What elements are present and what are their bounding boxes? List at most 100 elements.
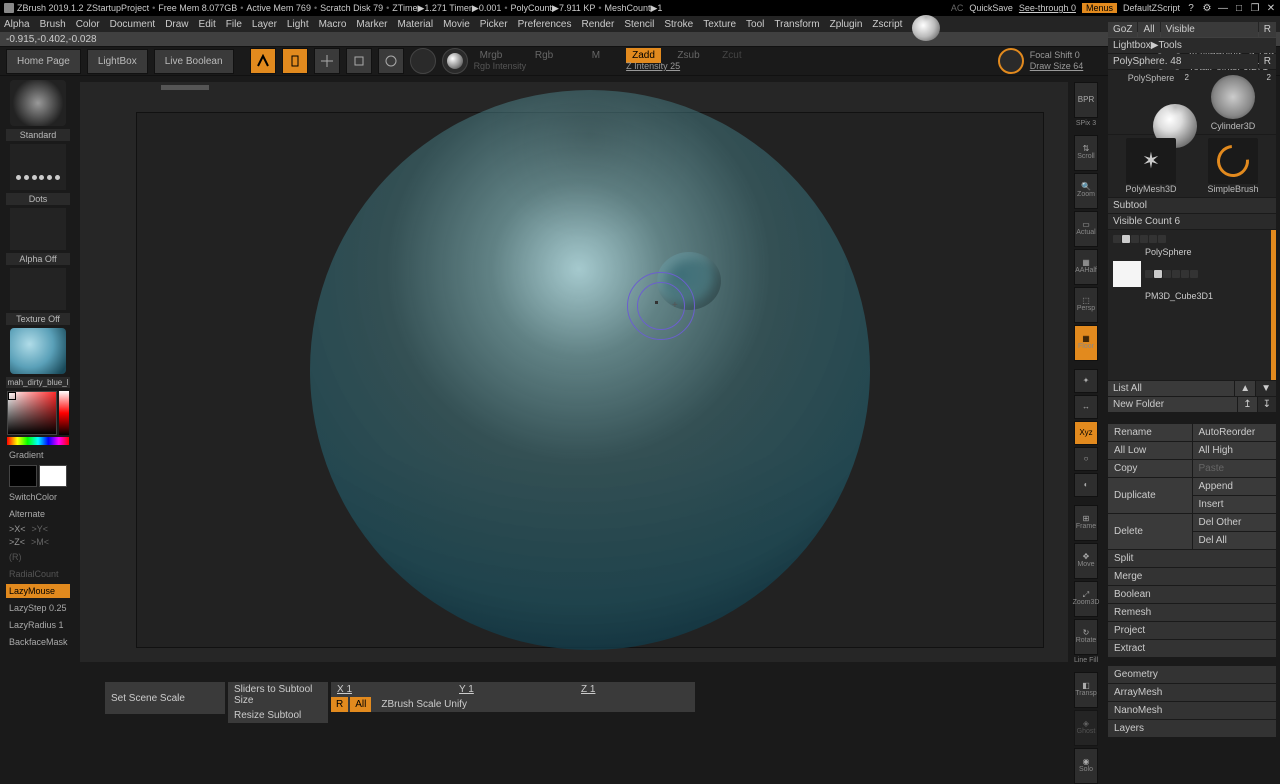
lock-button[interactable]: ◐ — [1074, 473, 1098, 497]
tool-cylinder3d[interactable]: 2 Cylinder3D — [1193, 73, 1273, 131]
menu-transform[interactable]: Transform — [774, 19, 819, 30]
sym-z[interactable]: >Z< — [9, 537, 25, 547]
switchcolor-button[interactable]: SwitchColor — [6, 490, 70, 504]
move-up-icon[interactable]: ↥ — [1238, 397, 1256, 412]
merge-section[interactable]: Merge — [1108, 568, 1276, 586]
sym-m[interactable]: >M< — [31, 537, 49, 547]
menu-material[interactable]: Material — [398, 19, 434, 30]
lazyradius-slider[interactable]: LazyRadius 1 — [6, 618, 70, 632]
polysphere-count[interactable]: PolySphere. 48 — [1108, 54, 1258, 69]
rename-button[interactable]: Rename — [1108, 424, 1192, 441]
menu-texture[interactable]: Texture — [703, 19, 736, 30]
goz-visible-button[interactable]: Visible — [1161, 22, 1258, 37]
menu-stroke[interactable]: Stroke — [664, 19, 693, 30]
radialcount-label[interactable]: RadialCount — [6, 567, 70, 581]
up-arrow-icon[interactable]: ▲ — [1235, 381, 1255, 396]
layers-section[interactable]: Layers — [1108, 720, 1276, 738]
stroke-thumb[interactable] — [10, 144, 66, 190]
extract-section[interactable]: Extract — [1108, 640, 1276, 658]
menu-draw[interactable]: Draw — [165, 19, 188, 30]
actual-button[interactable]: ▭Actual — [1074, 211, 1098, 247]
menu-file[interactable]: File — [226, 19, 242, 30]
menu-render[interactable]: Render — [582, 19, 615, 30]
sym-x[interactable]: >X< — [9, 524, 26, 534]
floor-button[interactable]: ▦Floor — [1074, 325, 1098, 361]
rotate-mode-icon[interactable] — [378, 48, 404, 74]
autoreorder-button[interactable]: AutoReorder — [1193, 424, 1277, 441]
viewport[interactable]: + — [80, 82, 1068, 662]
spix-label[interactable]: SPix 3 — [1076, 120, 1096, 127]
remesh-section[interactable]: Remesh — [1108, 604, 1276, 622]
solo-button[interactable]: ◉Solo — [1074, 748, 1098, 784]
lightbox-tools-header[interactable]: Lightbox▶Tools — [1108, 38, 1276, 53]
x-slider[interactable]: X 1 — [331, 682, 451, 697]
sliders-label[interactable]: Sliders to Subtool Size — [228, 682, 328, 708]
menu-marker[interactable]: Marker — [356, 19, 387, 30]
menu-preferences[interactable]: Preferences — [518, 19, 572, 30]
down-arrow-icon[interactable]: ▼ — [1256, 381, 1276, 396]
z-slider[interactable]: Z 1 — [575, 682, 695, 697]
zoom-button[interactable]: 🔍Zoom — [1074, 173, 1098, 209]
allhigh-button[interactable]: All High — [1193, 442, 1277, 459]
copy-button[interactable]: Copy — [1108, 460, 1192, 477]
minimize-icon[interactable]: — — [1218, 3, 1228, 13]
color-picker[interactable] — [7, 391, 69, 445]
menus-button[interactable]: Menus — [1082, 3, 1117, 13]
lightbox-button[interactable]: LightBox — [87, 49, 148, 74]
z-intensity-slider[interactable]: Z Intensity 25 — [626, 61, 748, 72]
append-button[interactable]: Append — [1193, 478, 1277, 495]
menu-macro[interactable]: Macro — [319, 19, 347, 30]
help-icon[interactable]: ? — [1186, 3, 1196, 13]
menu-movie[interactable]: Movie — [443, 19, 470, 30]
local-button[interactable]: ✦ — [1074, 369, 1098, 393]
menu-light[interactable]: Light — [287, 19, 309, 30]
r-label[interactable]: (R) — [6, 550, 70, 564]
y-slider[interactable]: Y 1 — [453, 682, 573, 697]
duplicate-button[interactable]: Duplicate — [1108, 478, 1192, 513]
menu-tool[interactable]: Tool — [746, 19, 764, 30]
edit-mode-icon[interactable] — [250, 48, 276, 74]
subtool-polysphere[interactable] — [1111, 233, 1273, 245]
texture-thumb[interactable] — [10, 268, 66, 310]
rotate-3d-button[interactable]: ↻Rotate — [1074, 619, 1098, 655]
tool-simplebrush[interactable]: SimpleBrush — [1193, 138, 1273, 194]
scroll-button[interactable]: ⇅Scroll — [1074, 135, 1098, 171]
goz-all-button[interactable]: All — [1138, 22, 1159, 37]
lazystep-slider[interactable]: LazyStep 0.25 — [6, 601, 70, 615]
set-scene-scale-button[interactable]: Set Scene Scale — [105, 682, 225, 714]
delall-button[interactable]: Del All — [1193, 532, 1277, 549]
home-page-button[interactable]: Home Page — [6, 49, 81, 74]
tool-polymesh3d[interactable]: ✶ PolyMesh3D — [1111, 138, 1191, 194]
persp-button[interactable]: ⬚Persp — [1074, 287, 1098, 323]
backface-button[interactable]: BackfaceMask — [6, 635, 70, 649]
alternate-button[interactable]: Alternate — [6, 507, 70, 521]
tool-r-button[interactable]: R — [1259, 54, 1276, 69]
move-mode-icon[interactable] — [314, 48, 340, 74]
draw-mode-icon[interactable] — [282, 48, 308, 74]
gizmo-icon[interactable] — [410, 48, 436, 74]
delother-button[interactable]: Del Other — [1193, 514, 1277, 531]
subtool-header[interactable]: Subtool — [1108, 198, 1276, 213]
boolean-section[interactable]: Boolean — [1108, 586, 1276, 604]
subtool-cube3d1[interactable] — [1111, 259, 1273, 289]
bpr-button[interactable]: BPR — [1074, 82, 1098, 118]
seethrough-slider[interactable]: See-through 0 — [1019, 3, 1076, 13]
menu-document[interactable]: Document — [110, 19, 156, 30]
split-section[interactable]: Split — [1108, 550, 1276, 568]
lazymouse-button[interactable]: LazyMouse — [6, 584, 70, 598]
swatch-white[interactable] — [39, 465, 67, 487]
close-icon[interactable]: ✕ — [1266, 3, 1276, 13]
zoom3d-button[interactable]: ⤢Zoom3D — [1074, 581, 1098, 617]
alpha-thumb[interactable] — [10, 208, 66, 250]
resize-subtool-label[interactable]: Resize Subtool — [234, 710, 301, 721]
scale-mode-icon[interactable] — [346, 48, 372, 74]
subtool-scrollbar[interactable] — [1271, 230, 1276, 380]
newfolder-button[interactable]: New Folder — [1108, 397, 1237, 412]
tool-polysphere-1[interactable]: 2 PolySphere — [1111, 73, 1191, 131]
menu-picker[interactable]: Picker — [480, 19, 508, 30]
delete-button[interactable]: Delete — [1108, 514, 1192, 549]
paste-button[interactable]: Paste — [1193, 460, 1277, 477]
lsym-button[interactable]: ↔ — [1074, 395, 1098, 419]
goz-button[interactable]: GoZ — [1108, 22, 1137, 37]
frame-button[interactable]: ⊞Frame — [1074, 505, 1098, 541]
